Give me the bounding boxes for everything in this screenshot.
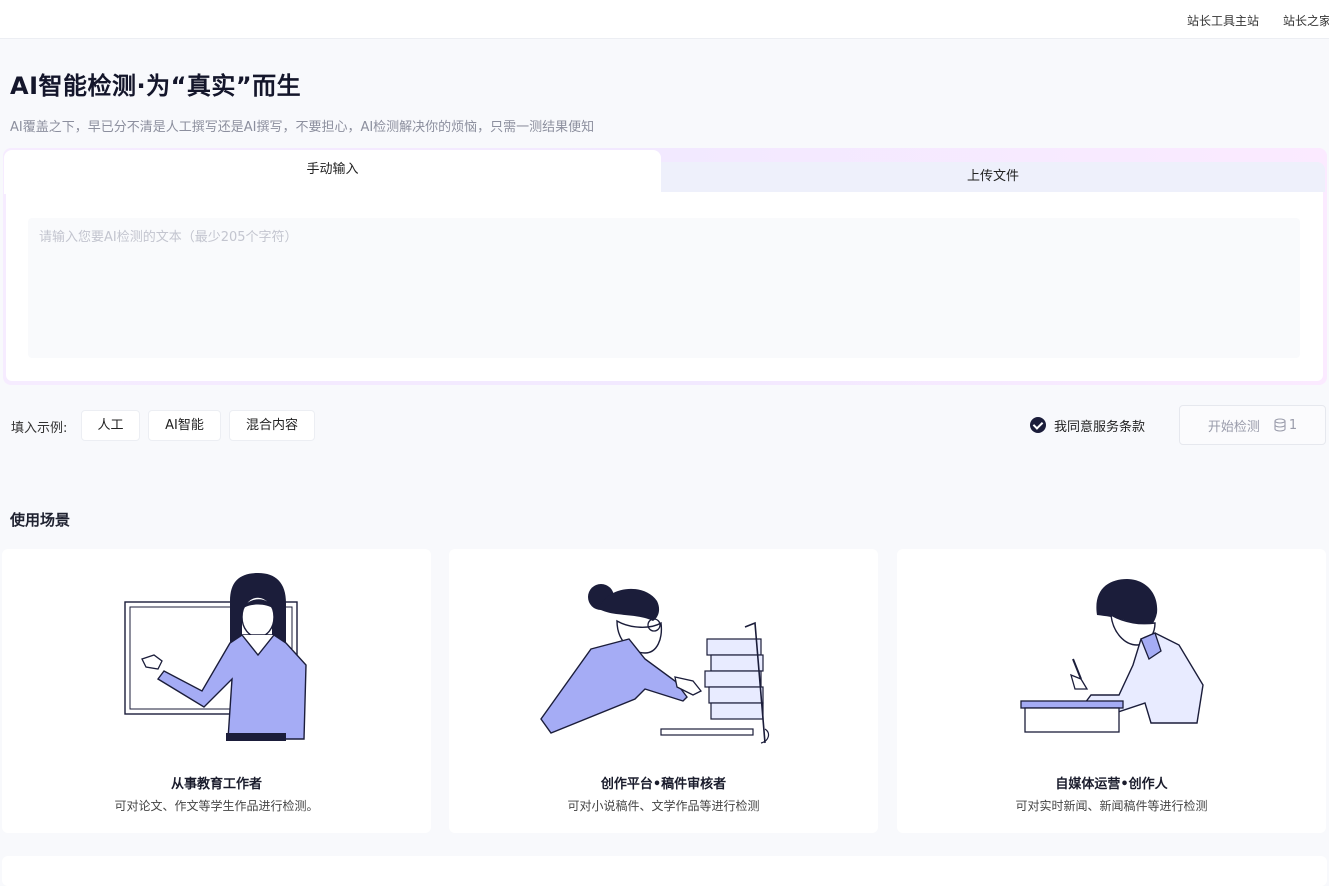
detection-text-input[interactable] [28,218,1300,358]
scene-description: 可对小说稿件、文学作品等进行检测 [567,799,760,813]
scene-description: 可对论文、作文等学生作品进行检测。 [114,799,319,813]
teacher-illustration [124,573,307,741]
top-navigation-bar: 站长工具主站 站长之家 [0,0,1329,39]
page-title: AI智能检测·为“真实”而生 [10,72,302,100]
tab-upload-file[interactable]: 上传文件 [661,162,1325,192]
scene-title: 自媒体运营•创作人 [1055,777,1168,792]
scene-card-reviewer: 创作平台•稿件审核者 可对小说稿件、文学作品等进行检测 [449,549,878,833]
check-icon[interactable] [1030,417,1046,433]
terms-label: 我同意服务条款 [1054,419,1146,435]
example-chip-ai[interactable]: AI智能 [148,410,221,441]
writer-illustration [1020,579,1204,733]
example-label: 填入示例: [11,421,68,436]
example-chip-human[interactable]: 人工 [81,410,140,441]
credit-count: 1 [1288,417,1298,433]
example-chip-mixed[interactable]: 混合内容 [229,410,315,441]
reviewer-illustration [540,584,770,744]
page-subtitle: AI覆盖之下，早已分不清是人工撰写还是AI撰写，不要担心，AI检测解决你的烦恼，… [10,120,595,135]
nav-link-webmaster-home[interactable]: 站长之家 [1283,12,1329,29]
start-detection-button[interactable]: 开始检测 1 [1179,405,1326,445]
start-button-label: 开始检测 [1207,419,1260,435]
scenes-section-title: 使用场景 [10,511,71,529]
nav-link-main-site[interactable]: 站长工具主站 [1187,12,1259,29]
bottom-card [2,856,1327,886]
scene-title: 从事教育工作者 [170,777,262,792]
terms-agreement[interactable]: 我同意服务条款 [1030,416,1146,435]
scene-description: 可对实时新闻、新闻稿件等进行检测 [1015,799,1208,813]
scene-title: 创作平台•稿件审核者 [600,777,727,792]
tab-manual-input[interactable]: 手动输入 [4,150,661,194]
scene-card-educator: 从事教育工作者 可对论文、作文等学生作品进行检测。 [2,549,431,833]
database-icon [1274,418,1286,432]
scene-card-creator: 自媒体运营•创作人 可对实时新闻、新闻稿件等进行检测 [897,549,1326,833]
